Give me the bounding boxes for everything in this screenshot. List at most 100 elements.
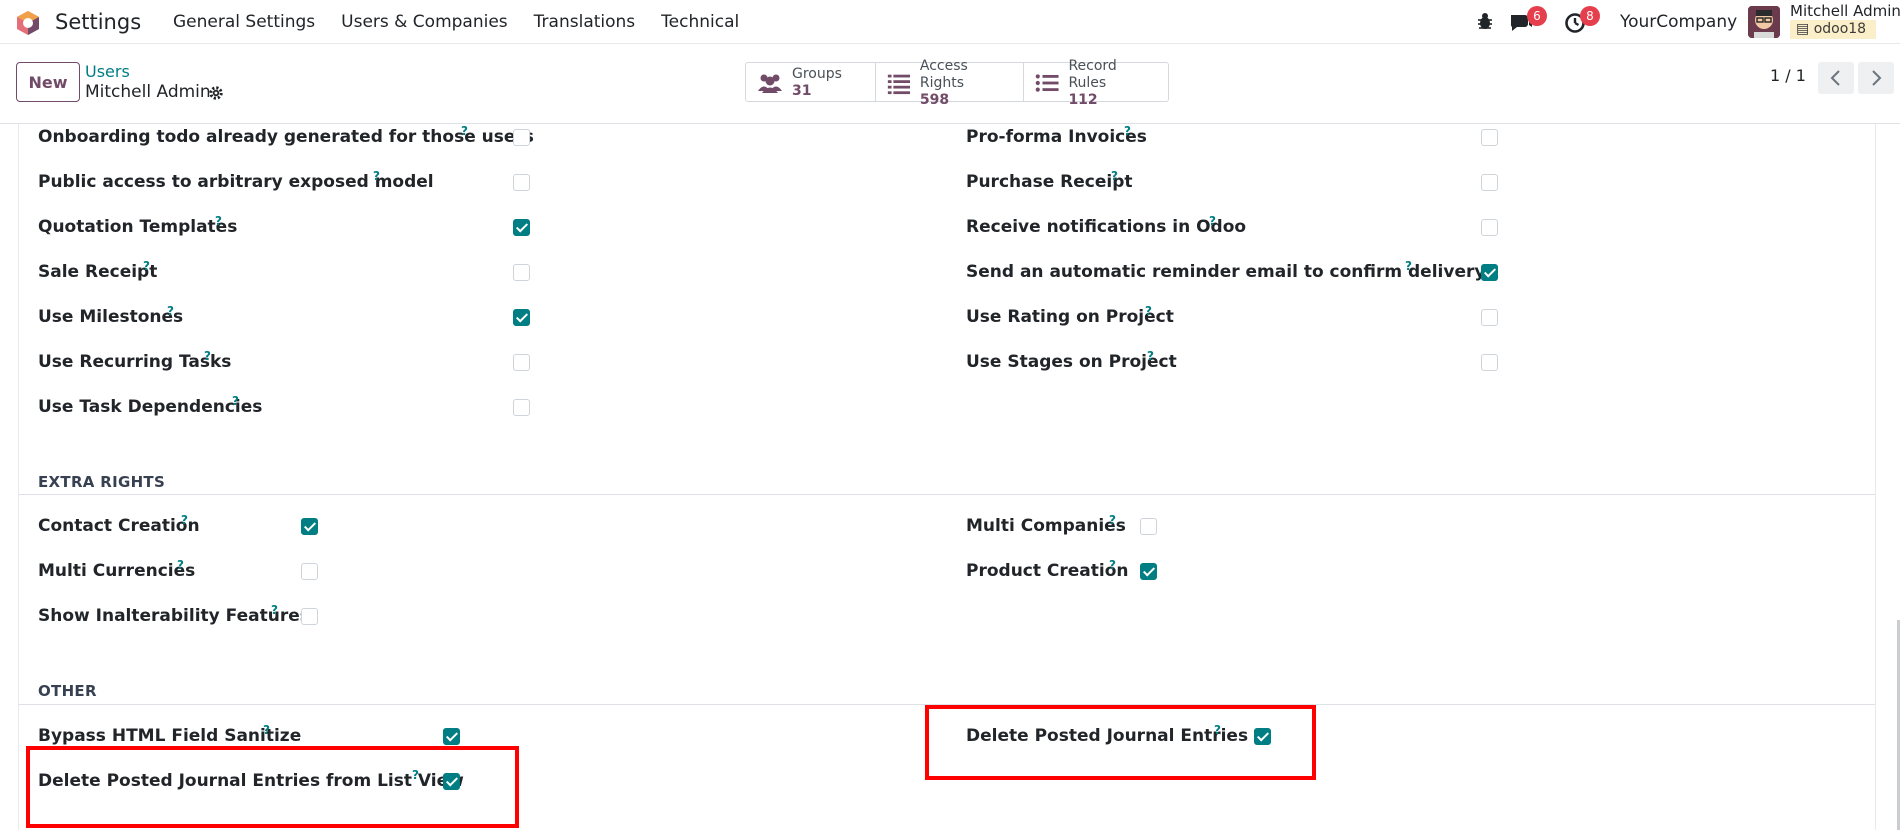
debug-bug-icon[interactable] xyxy=(1472,10,1498,34)
company-switcher[interactable]: YourCompany xyxy=(1620,12,1737,32)
menu-translations[interactable]: Translations xyxy=(521,0,649,44)
help-tooltip[interactable]: ? xyxy=(167,304,174,318)
section-title-extra-rights: EXTRA RIGHTS xyxy=(38,473,166,491)
pager-next-button[interactable] xyxy=(1858,62,1894,94)
database-icon: ▤ xyxy=(1796,21,1810,37)
main-menu: General Settings Users & Companies Trans… xyxy=(160,0,752,44)
help-tooltip[interactable]: ? xyxy=(461,124,468,138)
access-rights-smart-button[interactable]: Access Rights 598 xyxy=(876,58,1024,108)
checkbox-contact-creation[interactable] xyxy=(301,518,318,535)
checkbox-inalterability[interactable] xyxy=(301,608,318,625)
list-icon xyxy=(1035,74,1059,92)
field-label: Product Creation xyxy=(966,561,1129,581)
help-tooltip[interactable]: ? xyxy=(1145,304,1152,318)
chevron-left-icon xyxy=(1830,70,1840,86)
help-tooltip[interactable]: ? xyxy=(1209,214,1216,228)
menu-general-settings[interactable]: General Settings xyxy=(160,0,328,44)
help-tooltip[interactable]: ? xyxy=(1147,349,1154,363)
groups-label: Groups xyxy=(792,66,842,82)
highlight-box-posted-entries xyxy=(925,705,1316,780)
record-rules-smart-button[interactable]: Record Rules 112 xyxy=(1024,58,1168,108)
database-name: odoo18 xyxy=(1813,21,1867,37)
user-avatar[interactable] xyxy=(1748,6,1780,38)
checkbox-stages-project[interactable] xyxy=(1481,354,1498,371)
checkbox-rating-project[interactable] xyxy=(1481,309,1498,326)
section-divider xyxy=(19,494,1875,495)
help-tooltip[interactable]: ? xyxy=(1124,124,1131,138)
breadcrumb-users[interactable]: Users xyxy=(85,62,130,81)
help-tooltip[interactable]: ? xyxy=(181,513,188,527)
field-label: Use Milestones xyxy=(38,307,184,327)
checkbox-delivery-reminder[interactable] xyxy=(1481,264,1498,281)
record-rules-label: Record Rules xyxy=(1068,57,1117,91)
menu-users-companies[interactable]: Users & Companies xyxy=(328,0,521,44)
section-title-other: OTHER xyxy=(38,682,97,700)
help-tooltip[interactable]: ? xyxy=(177,558,184,572)
app-name[interactable]: Settings xyxy=(55,10,141,34)
checkbox-public-access[interactable] xyxy=(513,174,530,191)
help-tooltip[interactable]: ? xyxy=(1405,259,1412,273)
field-label: Multi Companies xyxy=(966,516,1126,536)
help-tooltip[interactable]: ? xyxy=(143,259,150,273)
field-label: Purchase Receipt xyxy=(966,172,1133,192)
field-label: Receive notifications in Odoo xyxy=(966,217,1247,237)
groups-count: 31 xyxy=(792,83,812,99)
field-label: Bypass HTML Field Sanitize xyxy=(38,726,302,746)
checkbox-task-dependencies[interactable] xyxy=(513,399,530,416)
field-label: Show Inalterability Features xyxy=(38,606,310,626)
list-icon xyxy=(887,74,911,95)
odoo-app-logo-icon[interactable] xyxy=(15,10,41,36)
help-tooltip[interactable]: ? xyxy=(271,603,278,617)
checkbox-product-creation[interactable] xyxy=(1140,563,1157,580)
field-label: Onboarding todo already generated for th… xyxy=(38,127,534,147)
help-tooltip[interactable]: ? xyxy=(215,214,222,228)
field-label: Use Rating on Project xyxy=(966,307,1174,327)
access-rights-count: 598 xyxy=(919,91,950,108)
record-name: Mitchell Admin xyxy=(85,82,211,102)
user-name[interactable]: Mitchell Admin xyxy=(1790,2,1900,20)
checkbox-use-milestones[interactable] xyxy=(513,309,530,326)
field-label: Sale Receipt xyxy=(38,262,158,282)
messages-badge: 6 xyxy=(1527,6,1547,26)
checkbox-recurring-tasks[interactable] xyxy=(513,354,530,371)
field-label: Use Stages on Project xyxy=(966,352,1177,372)
checkbox-bypass-html-sanitize[interactable] xyxy=(443,728,460,745)
checkbox-sale-receipt[interactable] xyxy=(513,264,530,281)
field-label: Contact Creation xyxy=(38,516,200,536)
checkbox-onboarding-todo[interactable] xyxy=(513,129,530,146)
field-label: Use Recurring Tasks xyxy=(38,352,232,372)
avatar-face-icon xyxy=(1748,6,1780,38)
pager-value[interactable]: 1 / 1 xyxy=(1770,66,1806,85)
checkbox-multi-currencies[interactable] xyxy=(301,563,318,580)
pager-previous-button[interactable] xyxy=(1818,62,1854,94)
menu-technical[interactable]: Technical xyxy=(648,0,752,44)
field-label: Use Task Dependencies xyxy=(38,397,263,417)
checkbox-purchase-receipt[interactable] xyxy=(1481,174,1498,191)
smart-buttons: Groups 31 Access Rights 598 Record Rules… xyxy=(745,58,1169,108)
checkbox-multi-companies[interactable] xyxy=(1140,518,1157,535)
groups-smart-button[interactable]: Groups 31 xyxy=(746,63,876,101)
access-rights-label: Access Rights xyxy=(919,57,968,91)
chevron-right-icon xyxy=(1872,70,1882,86)
field-label: Pro-forma Invoices xyxy=(966,127,1147,147)
checkbox-quotation-templates[interactable] xyxy=(513,219,530,236)
field-label: Quotation Templates xyxy=(38,217,238,237)
help-tooltip[interactable]: ? xyxy=(1109,558,1116,572)
record-rules-count: 112 xyxy=(1068,91,1098,108)
database-chip: ▤ odoo18 xyxy=(1790,20,1877,39)
help-tooltip[interactable]: ? xyxy=(373,169,380,183)
help-tooltip[interactable]: ? xyxy=(263,723,270,737)
users-icon xyxy=(758,74,782,93)
gear-icon[interactable] xyxy=(208,85,224,101)
activities-badge: 8 xyxy=(1580,6,1600,26)
help-tooltip[interactable]: ? xyxy=(1111,169,1118,183)
help-tooltip[interactable]: ? xyxy=(204,349,211,363)
checkbox-proforma-invoices[interactable] xyxy=(1481,129,1498,146)
top-navbar: Settings General Settings Users & Compan… xyxy=(0,0,1900,44)
help-tooltip[interactable]: ? xyxy=(232,394,239,408)
new-button[interactable]: New xyxy=(16,62,80,102)
help-tooltip[interactable]: ? xyxy=(1109,513,1116,527)
highlight-box-list-view xyxy=(26,746,519,828)
control-panel: New Users Mitchell Admin Groups 31 Acces… xyxy=(0,44,1900,124)
checkbox-receive-notifications[interactable] xyxy=(1481,219,1498,236)
